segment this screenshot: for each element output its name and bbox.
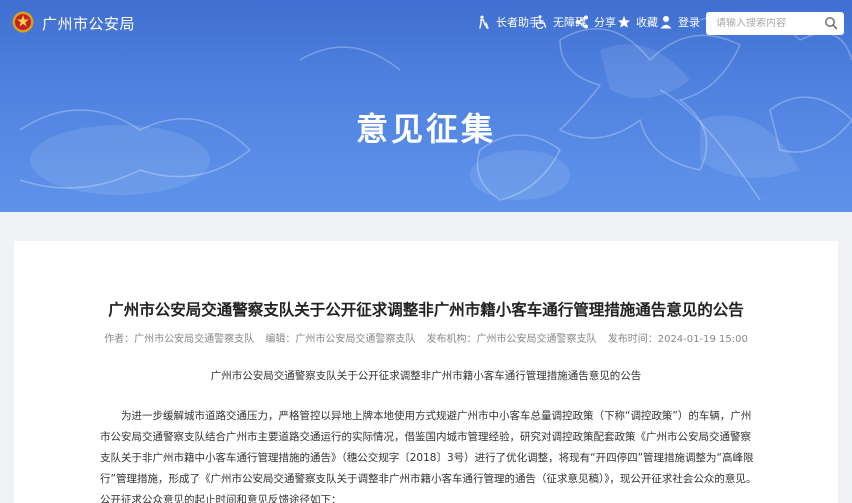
- article-meta: 作者：广州市公安局交通警察支队 编辑：广州市公安局交通警察支队 发布机构：广州市…: [14, 330, 838, 345]
- elder-icon: [479, 15, 489, 29]
- police-emblem-icon[interactable]: [12, 11, 34, 33]
- top-bar: 广州市公安局 长者助手 无障碍 分享 收藏 登录 请输入搜索内容: [0, 0, 852, 44]
- login-label: 登录: [678, 16, 700, 29]
- article-paragraph: 为进一步缓解城市道路交通压力，严格管控以异地上牌本地使用方式规避广州市中小客车总…: [100, 410, 757, 503]
- elder-assistant-button[interactable]: 长者助手: [477, 14, 540, 30]
- article-card: 广州市公安局交通警察支队关于公开征求调整非广州市籍小客车通行管理措施通告意见的公…: [14, 241, 838, 503]
- favorite-label: 收藏: [636, 16, 658, 29]
- search-box: [706, 12, 844, 35]
- search-input[interactable]: [706, 18, 818, 29]
- search-icon[interactable]: [824, 16, 838, 30]
- banner: 广州市公安局 长者助手 无障碍 分享 收藏 登录 请输入搜索内容 意见征集: [0, 0, 852, 212]
- meta-publish-time: 发布时间：2024-01-19 15:00: [607, 334, 748, 345]
- user-icon: [660, 16, 672, 29]
- meta-author: 作者：广州市公安局交通警察支队: [104, 334, 255, 345]
- meta-editor: 编辑：广州市公安局交通警察支队: [265, 334, 416, 345]
- share-icon: [576, 15, 588, 29]
- meta-publisher: 发布机构：广州市公安局交通警察支队: [426, 334, 597, 345]
- login-button[interactable]: 登录: [659, 14, 700, 30]
- share-button[interactable]: 分享: [575, 14, 616, 30]
- favorite-button[interactable]: 收藏: [617, 14, 658, 30]
- site-title[interactable]: 广州市公安局: [42, 13, 135, 34]
- share-label: 分享: [594, 16, 616, 29]
- article-subtitle: 广州市公安局交通警察支队关于公开征求调整非广州市籍小客车通行管理措施通告意见的公…: [210, 370, 642, 382]
- star-icon: [618, 16, 630, 28]
- wheelchair-icon: [535, 15, 547, 29]
- page-heading: 意见征集: [355, 110, 496, 148]
- article-title: 广州市公安局交通警察支队关于公开征求调整非广州市籍小客车通行管理措施通告意见的公…: [108, 301, 744, 319]
